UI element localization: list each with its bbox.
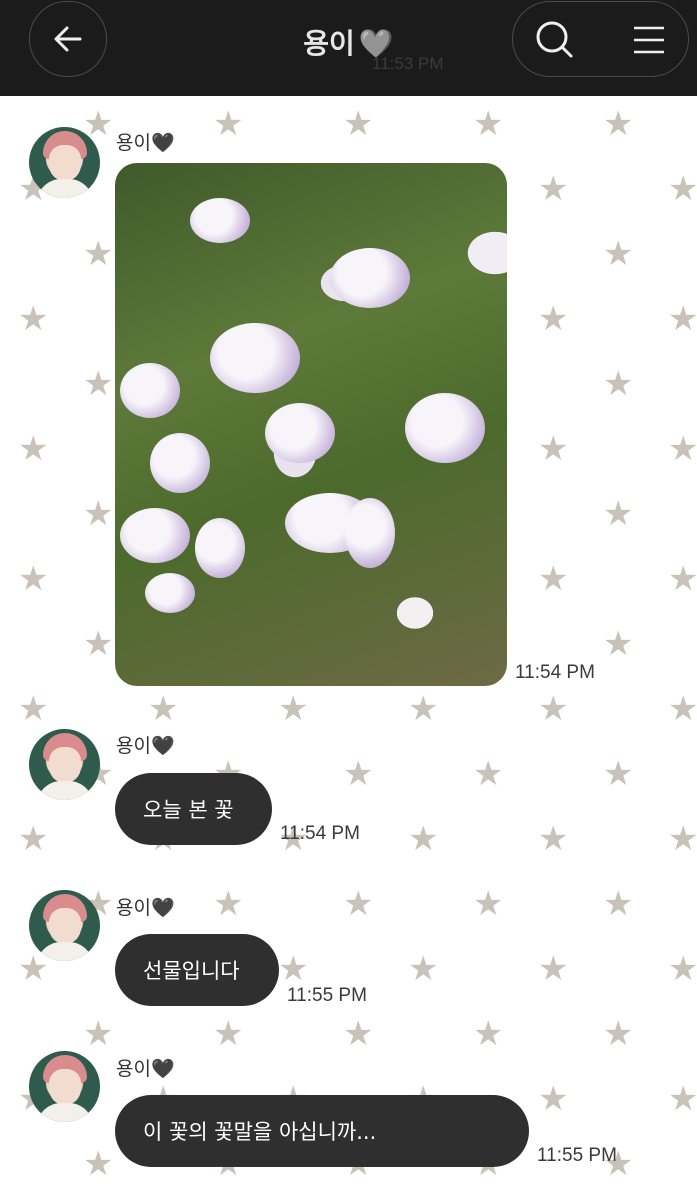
star-decoration: ★: [473, 1014, 504, 1054]
star-decoration: ★: [538, 559, 569, 599]
black-heart-icon: 🖤: [150, 132, 175, 154]
star-decoration: ★: [18, 429, 49, 469]
avatar[interactable]: [29, 729, 100, 800]
sender-name: 용이🖤: [116, 1054, 175, 1081]
sender-name-text: 용이: [116, 897, 151, 919]
message-text: 이 꽃의 꽃말을 아십니까...: [143, 1120, 377, 1144]
sender-name: 용이🖤: [116, 128, 175, 155]
star-decoration: ★: [408, 949, 439, 989]
star-decoration: ★: [538, 429, 569, 469]
search-icon: [536, 21, 573, 58]
star-decoration: ★: [668, 1079, 697, 1119]
star-decoration: ★: [668, 169, 697, 209]
star-decoration: ★: [668, 299, 697, 339]
star-decoration: ★: [83, 364, 114, 404]
star-decoration: ★: [538, 169, 569, 209]
avatar[interactable]: [29, 127, 100, 198]
star-decoration: ★: [603, 754, 634, 794]
sender-name: 용이🖤: [116, 893, 175, 920]
star-decoration: ★: [278, 949, 309, 989]
star-decoration: ★: [603, 624, 634, 664]
star-decoration: ★: [408, 689, 439, 729]
message-time: 11:54 PM: [280, 823, 360, 844]
star-decoration: ★: [603, 364, 634, 404]
message-time: 11:55 PM: [537, 1145, 617, 1166]
black-heart-icon: 🖤: [150, 735, 175, 757]
search-button[interactable]: [533, 18, 575, 60]
star-decoration: ★: [408, 819, 439, 859]
message-time: 11:55 PM: [287, 985, 367, 1006]
star-decoration: ★: [83, 234, 114, 274]
star-decoration: ★: [213, 104, 244, 144]
black-heart-icon: 🖤: [150, 897, 175, 919]
header-actions: [512, 1, 689, 77]
star-decoration: ★: [343, 754, 374, 794]
star-decoration: ★: [538, 689, 569, 729]
chat-header: 11:53 PM 용이 🩶: [0, 0, 697, 96]
star-decoration: ★: [603, 494, 634, 534]
black-heart-icon: 🖤: [150, 1058, 175, 1080]
star-decoration: ★: [473, 104, 504, 144]
sender-name: 용이🖤: [116, 731, 175, 758]
menu-button[interactable]: [629, 20, 669, 60]
star-decoration: ★: [603, 104, 634, 144]
menu-icon: [634, 26, 664, 54]
star-decoration: ★: [343, 884, 374, 924]
star-decoration: ★: [83, 1144, 114, 1184]
sender-name-text: 용이: [116, 735, 151, 757]
star-decoration: ★: [668, 429, 697, 469]
star-decoration: ★: [83, 494, 114, 534]
chat-title-text: 용이: [303, 27, 355, 60]
star-decoration: ★: [668, 689, 697, 729]
star-decoration: ★: [473, 884, 504, 924]
star-decoration: ★: [603, 1014, 634, 1054]
star-decoration: ★: [538, 1079, 569, 1119]
star-decoration: ★: [668, 819, 697, 859]
star-decoration: ★: [83, 1014, 114, 1054]
star-decoration: ★: [603, 884, 634, 924]
avatar[interactable]: [29, 890, 100, 961]
star-decoration: ★: [538, 299, 569, 339]
message-text: 오늘 본 꽃: [143, 798, 234, 822]
star-decoration: ★: [18, 559, 49, 599]
star-decoration: ★: [213, 1014, 244, 1054]
star-decoration: ★: [148, 689, 179, 729]
star-decoration: ★: [668, 949, 697, 989]
flower-photo[interactable]: [115, 163, 507, 686]
star-decoration: ★: [473, 754, 504, 794]
star-decoration: ★: [213, 884, 244, 924]
message-time: 11:54 PM: [515, 662, 595, 683]
sender-name-text: 용이: [116, 1058, 151, 1080]
star-decoration: ★: [538, 819, 569, 859]
star-decoration: ★: [18, 819, 49, 859]
sender-name-text: 용이: [116, 132, 151, 154]
star-decoration: ★: [538, 949, 569, 989]
star-decoration: ★: [343, 104, 374, 144]
star-decoration: ★: [278, 689, 309, 729]
star-decoration: ★: [603, 234, 634, 274]
star-decoration: ★: [83, 624, 114, 664]
message-text: 선물입니다: [143, 959, 240, 983]
message-bubble[interactable]: 선물입니다: [115, 934, 279, 1006]
message-bubble[interactable]: 이 꽃의 꽃말을 아십니까...: [115, 1095, 529, 1167]
grey-heart-icon: 🩶: [358, 27, 394, 60]
avatar[interactable]: [29, 1051, 100, 1122]
star-decoration: ★: [668, 559, 697, 599]
star-decoration: ★: [18, 689, 49, 729]
star-decoration: ★: [18, 299, 49, 339]
message-bubble[interactable]: 오늘 본 꽃: [115, 773, 272, 845]
star-decoration: ★: [343, 1014, 374, 1054]
